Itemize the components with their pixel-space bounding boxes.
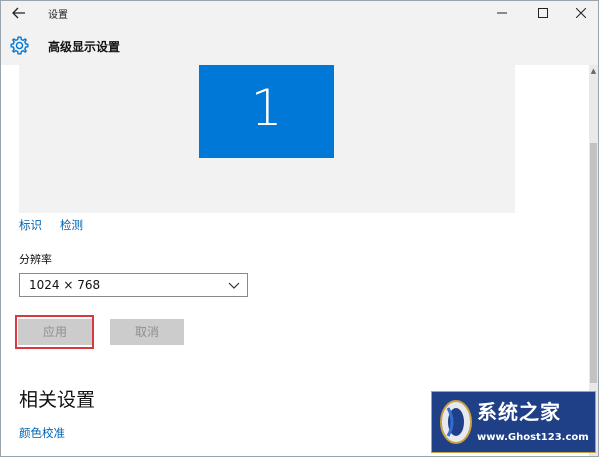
apply-button[interactable]: 应用 [18,319,92,345]
monitor-tile[interactable]: 1 [199,65,334,158]
back-button[interactable] [7,3,31,23]
resolution-label: 分辨率 [19,253,52,266]
close-button[interactable] [565,1,597,25]
watermark-emblem-icon [440,400,472,444]
minimize-icon [497,12,507,14]
scroll-up-icon[interactable]: ▲ [589,67,598,76]
identify-link[interactable]: 标识 [19,217,42,233]
chevron-down-icon [228,282,240,289]
page-title: 高级显示设置 [48,40,121,54]
detect-link[interactable]: 检测 [60,217,83,233]
maximize-icon [538,8,548,18]
related-settings-heading: 相关设置 [19,389,96,411]
cancel-button[interactable]: 取消 [110,319,184,345]
title-bar: 设置 [1,1,598,25]
resolution-dropdown[interactable]: 1024 × 768 [19,273,248,297]
scrollbar-thumb[interactable] [590,143,597,383]
back-arrow-icon [12,7,25,19]
maximize-button[interactable] [527,1,559,25]
resolution-value: 1024 × 768 [29,278,101,292]
close-icon [576,8,586,18]
watermark-brand: 系统之家 [477,400,561,424]
color-calibration-link[interactable]: 颜色校准 [19,425,65,441]
minimize-button[interactable] [486,1,518,25]
settings-window: 设置 高级显示设置 1 标识 检测 分辨率 1024 × 768 应用 取消 相… [0,0,599,457]
page-header: 高级显示设置 [1,25,598,65]
display-arrangement-area: 1 [19,65,515,213]
watermark-url: www.Ghost123.com [477,432,589,443]
watermark-logo: 系统之家 www.Ghost123.com [431,391,596,453]
gear-icon [10,36,29,55]
window-title: 设置 [48,10,68,21]
